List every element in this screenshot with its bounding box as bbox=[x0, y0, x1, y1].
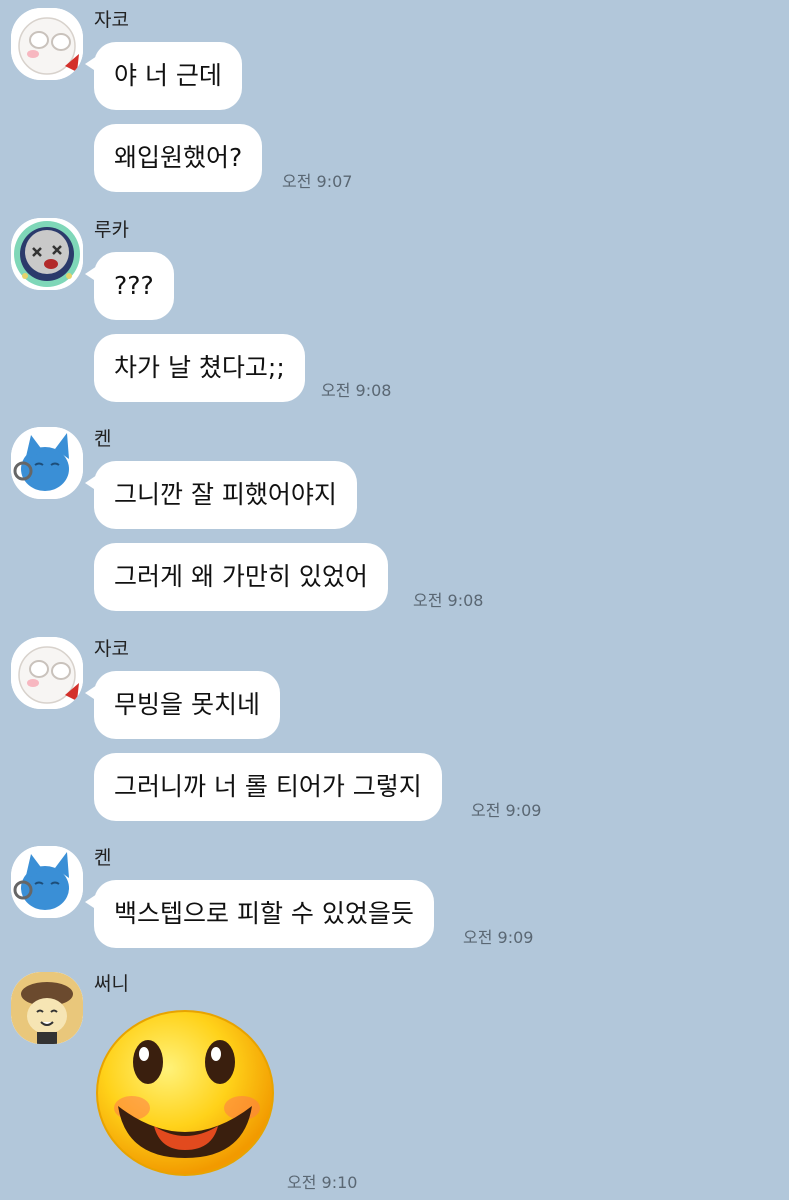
message-time: 오전 9:08 bbox=[321, 381, 392, 400]
avatar-jako[interactable] bbox=[11, 8, 83, 80]
message-time: 오전 9:10 bbox=[287, 1173, 358, 1192]
message-bubble[interactable]: 백스텝으로 피할 수 있었을듯 bbox=[85, 880, 434, 948]
message-time: 오전 9:07 bbox=[282, 172, 353, 191]
smiley-emoticon[interactable] bbox=[94, 1008, 276, 1176]
sender-name: 자코 bbox=[94, 638, 129, 660]
sender-name: 루카 bbox=[94, 219, 129, 241]
sender-name: 자코 bbox=[94, 9, 129, 31]
sender-name: 켄 bbox=[94, 847, 112, 869]
message-bubble[interactable]: 왜입원했어? bbox=[94, 124, 263, 192]
message-bubble[interactable]: 그러게 왜 가만히 있었어 bbox=[94, 543, 388, 611]
message-time: 오전 9:09 bbox=[471, 801, 542, 820]
ken-avatar-icon bbox=[11, 846, 83, 918]
message-bubble[interactable]: 차가 날 쳤다고;; bbox=[94, 334, 305, 402]
avatar-luka[interactable] bbox=[11, 218, 83, 290]
sender-name: 켄 bbox=[94, 428, 112, 450]
sunny-avatar-icon bbox=[11, 972, 83, 1044]
avatar-jako[interactable] bbox=[11, 637, 83, 709]
message-bubble[interactable]: 그니깐 잘 피했어야지 bbox=[85, 461, 357, 529]
jako-avatar-icon bbox=[11, 8, 83, 80]
message-bubble[interactable]: 무빙을 못치네 bbox=[85, 671, 280, 739]
avatar-ken[interactable] bbox=[11, 846, 83, 918]
avatar-sunny[interactable] bbox=[11, 972, 83, 1044]
ken-avatar-icon bbox=[11, 427, 83, 499]
avatar-ken[interactable] bbox=[11, 427, 83, 499]
message-bubble[interactable]: ??? bbox=[85, 252, 174, 320]
message-time: 오전 9:08 bbox=[413, 591, 484, 610]
message-bubble[interactable]: 야 너 근데 bbox=[85, 42, 242, 110]
smiley-icon bbox=[96, 1010, 274, 1176]
jako-avatar-icon bbox=[11, 637, 83, 709]
sender-name: 써니 bbox=[94, 973, 129, 995]
message-bubble[interactable]: 그러니까 너 롤 티어가 그렇지 bbox=[94, 753, 442, 821]
luka-avatar-icon bbox=[11, 218, 83, 290]
message-time: 오전 9:09 bbox=[463, 928, 534, 947]
